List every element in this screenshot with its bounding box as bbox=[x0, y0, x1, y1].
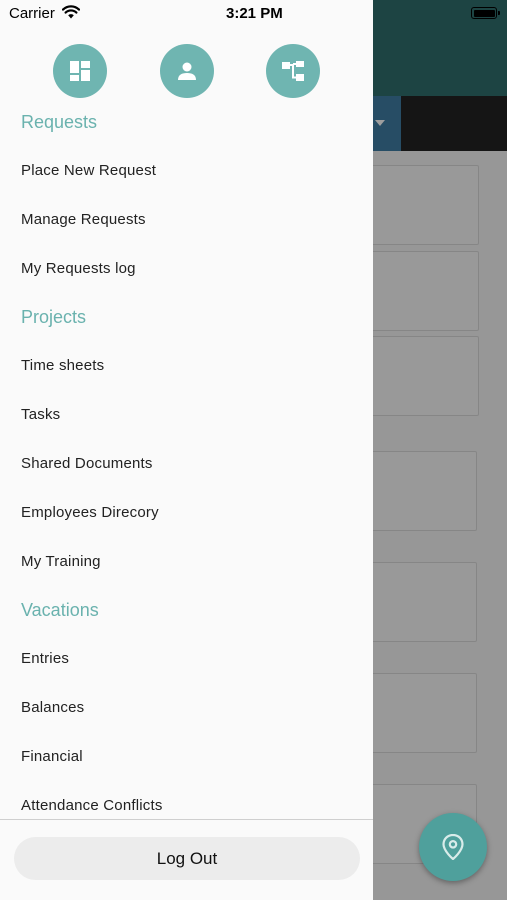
dashboard-icon bbox=[70, 61, 90, 81]
menu-item-manage-requests[interactable]: Manage Requests bbox=[21, 211, 146, 228]
status-bar: Carrier 3:21 PM bbox=[0, 0, 373, 28]
carrier-label: Carrier bbox=[9, 5, 55, 22]
profile-button[interactable] bbox=[160, 44, 214, 98]
menu-item-balances[interactable]: Balances bbox=[21, 699, 84, 716]
logout-button[interactable]: Log Out bbox=[14, 837, 360, 880]
menu-item-my-requests-log[interactable]: My Requests log bbox=[21, 260, 136, 277]
org-chart-icon bbox=[282, 61, 304, 81]
menu-item-tasks[interactable]: Tasks bbox=[21, 406, 60, 423]
menu-item-entries[interactable]: Entries bbox=[21, 650, 69, 667]
menu-item-attendance-conflicts[interactable]: Attendance Conflicts bbox=[21, 797, 163, 814]
menu-item-shared-documents[interactable]: Shared Documents bbox=[21, 455, 153, 472]
status-time: 3:21 PM bbox=[226, 5, 283, 22]
drawer-divider bbox=[0, 819, 373, 820]
dashboard-button[interactable] bbox=[53, 44, 107, 98]
location-fab[interactable] bbox=[419, 813, 487, 881]
wifi-icon bbox=[62, 5, 80, 19]
drawer-shortcut-row bbox=[0, 44, 373, 98]
navigation-drawer: Carrier 3:21 PM Requests Place New Reque… bbox=[0, 0, 373, 900]
menu-item-place-new-request[interactable]: Place New Request bbox=[21, 162, 156, 179]
section-title-vacations: Vacations bbox=[21, 600, 99, 620]
profile-icon bbox=[178, 62, 196, 80]
menu-item-employees-directory[interactable]: Employees Direcory bbox=[21, 504, 159, 521]
menu-item-my-training[interactable]: My Training bbox=[21, 553, 101, 570]
drawer-menu: Requests Place New Request Manage Reques… bbox=[0, 98, 373, 820]
location-pin-icon bbox=[442, 834, 464, 860]
menu-item-time-sheets[interactable]: Time sheets bbox=[21, 357, 104, 374]
menu-item-financial[interactable]: Financial bbox=[21, 748, 83, 765]
section-title-projects: Projects bbox=[21, 307, 87, 327]
org-chart-button[interactable] bbox=[266, 44, 320, 98]
section-title-requests: Requests bbox=[21, 112, 98, 132]
